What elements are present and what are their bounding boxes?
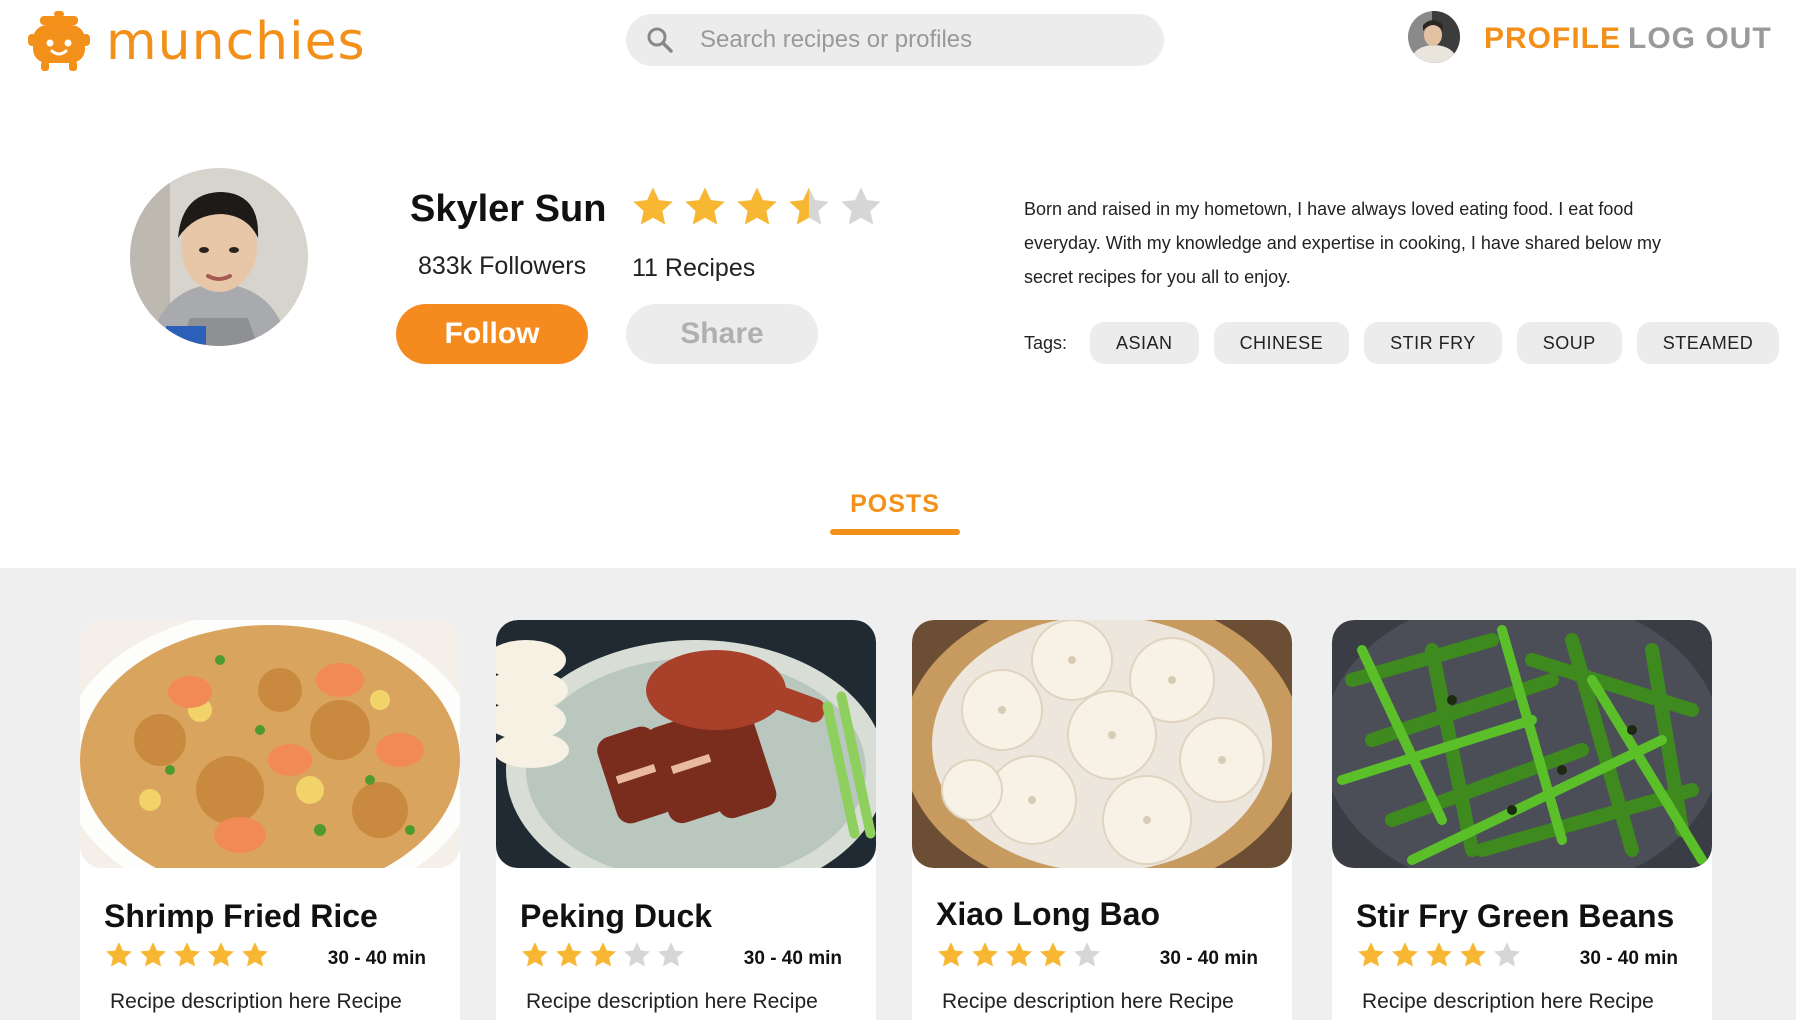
search-bar[interactable] — [626, 14, 1164, 66]
recipe-time: 30 - 40 min — [327, 948, 426, 969]
tags-label: Tags: — [1024, 332, 1068, 353]
tag-asian[interactable]: ASIAN — [1090, 322, 1199, 364]
recipes-count: 11 Recipes — [632, 254, 756, 282]
brand-name: munchies — [106, 12, 366, 72]
star-icon — [208, 942, 234, 967]
star-icon — [841, 187, 881, 225]
star-icon — [685, 187, 725, 225]
share-button[interactable]: Share — [626, 304, 818, 364]
star-icon — [1426, 942, 1452, 967]
star-icon — [737, 187, 777, 225]
star-icon — [972, 942, 998, 967]
recipe-time: 30 - 40 min — [743, 948, 842, 969]
recipe-card-peking-duck[interactable]: Peking Duck 30 - 40 min Recipe descripti… — [496, 620, 876, 1020]
recipe-time: 30 - 40 min — [1159, 948, 1258, 969]
green-beans-photo — [1332, 620, 1712, 868]
profile-name: Skyler Sun — [410, 188, 607, 230]
star-icon — [633, 187, 673, 225]
recipe-card-xiao-long-bao[interactable]: Xiao Long Bao 30 - 40 min Recipe descrip… — [912, 620, 1292, 1020]
star-icon — [1074, 942, 1100, 967]
peking-duck-photo — [496, 620, 876, 868]
star-icon — [242, 942, 268, 967]
follow-button[interactable]: Follow — [396, 304, 588, 364]
recipe-description: Recipe description here Recipe — [1362, 990, 1654, 1013]
star-icon — [938, 942, 964, 967]
profile-photo — [130, 168, 308, 346]
followers-count: 833k Followers — [418, 252, 587, 280]
recipe-title: Stir Fry Green Beans — [1356, 898, 1675, 934]
profile-bio: Born and raised in my hometown, I have a… — [1024, 199, 1661, 287]
xiao-long-bao-photo — [912, 620, 1292, 868]
profile-avatar — [130, 168, 308, 346]
profile-rating — [630, 184, 884, 230]
star-icon — [658, 942, 684, 967]
recipe-rating — [936, 940, 1102, 970]
star-icon — [174, 942, 200, 967]
star-icon — [140, 942, 166, 967]
header-avatar[interactable] — [1408, 11, 1460, 63]
tag-chinese[interactable]: CHINESE — [1213, 322, 1350, 364]
star-icon — [522, 942, 548, 967]
recipe-rating — [1356, 940, 1522, 970]
shrimp-fried-rice-photo — [80, 620, 460, 868]
tags-row: Tags: ASIAN CHINESE STIR FRY SOUP STEAME… — [1024, 322, 1780, 364]
nav-profile-link[interactable]: PROFILE — [1484, 22, 1621, 56]
pot-mascot-icon — [28, 11, 90, 71]
tag-stir-fry[interactable]: STIR FRY — [1364, 322, 1502, 364]
recipe-description: Recipe description here Recipe — [110, 990, 402, 1013]
tab-posts[interactable]: POSTS — [830, 490, 960, 535]
star-icon — [1494, 942, 1520, 967]
recipe-title: Shrimp Fried Rice — [104, 898, 378, 934]
nav-logout-link[interactable]: LOG OUT — [1628, 22, 1772, 56]
user-avatar-image — [1408, 11, 1460, 63]
tab-active-indicator — [830, 529, 960, 535]
recipe-rating — [104, 940, 270, 970]
star-icon — [1006, 942, 1032, 967]
search-icon — [647, 27, 673, 53]
star-icon — [789, 187, 829, 225]
tab-posts-label: POSTS — [850, 490, 940, 518]
star-icon — [1460, 942, 1486, 967]
recipe-time: 30 - 40 min — [1579, 948, 1678, 969]
star-icon — [1358, 942, 1384, 967]
recipe-description: Recipe description here Recipe — [526, 990, 818, 1013]
recipe-description: Recipe description here Recipe — [942, 990, 1234, 1013]
recipe-card-stir-fry-green-beans[interactable]: Stir Fry Green Beans 30 - 40 min Recipe … — [1332, 620, 1712, 1020]
search-input[interactable] — [700, 14, 1140, 66]
tag-steamed[interactable]: STEAMED — [1636, 322, 1780, 364]
star-icon — [556, 942, 582, 967]
recipe-title: Peking Duck — [520, 898, 713, 934]
star-icon — [590, 942, 616, 967]
star-icon — [624, 942, 650, 967]
star-icon — [1040, 942, 1066, 967]
tag-soup[interactable]: SOUP — [1516, 322, 1622, 364]
star-icon — [106, 942, 132, 967]
recipe-card-shrimp-fried-rice[interactable]: Shrimp Fried Rice 30 - 40 min Recipe des… — [80, 620, 460, 1020]
recipe-title: Xiao Long Bao — [936, 896, 1160, 932]
recipe-rating — [520, 940, 686, 970]
star-icon — [1392, 942, 1418, 967]
brand-logo[interactable]: munchies — [26, 10, 366, 74]
